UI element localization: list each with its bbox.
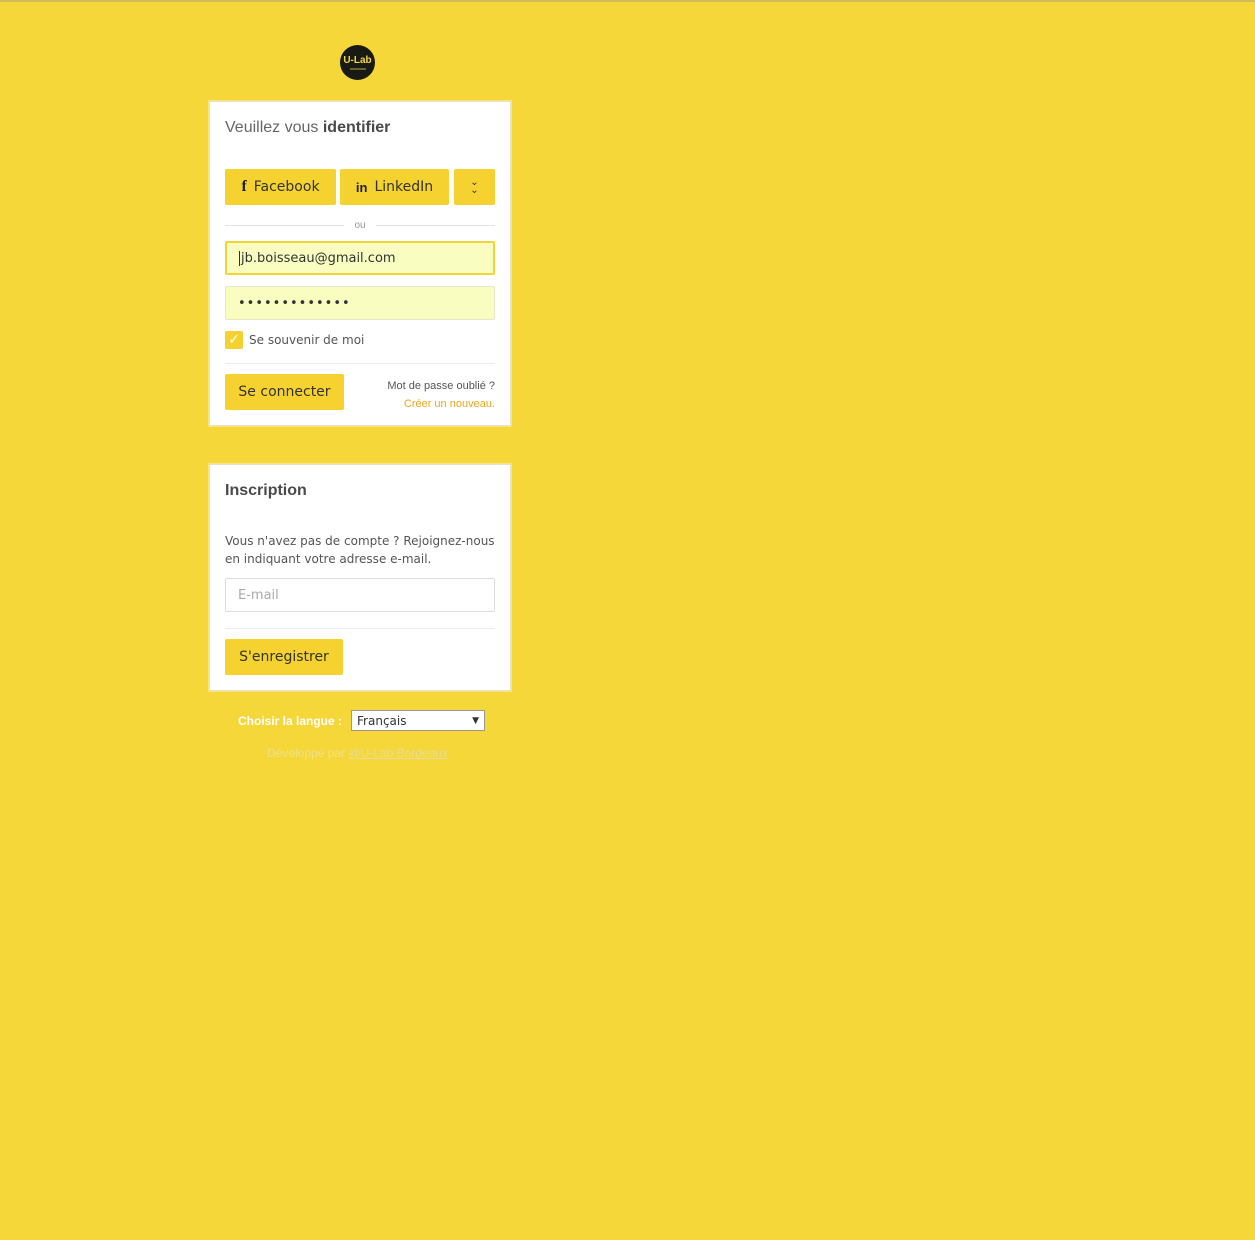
remember-me[interactable]: ✓ Se souvenir de moi — [225, 331, 364, 349]
login-button[interactable]: Se connecter — [225, 374, 344, 410]
language-selected: Français — [357, 713, 407, 728]
check-icon: ✓ — [228, 332, 240, 348]
footer-prefix: Développé par — [267, 746, 349, 760]
or-divider: ou — [225, 218, 495, 232]
signup-title: Inscription — [225, 482, 307, 499]
login-title-prefix: Veuillez vous — [225, 119, 323, 136]
facebook-login-button[interactable]: f Facebook — [225, 169, 336, 205]
email-field[interactable]: jb.boisseau@gmail.com — [225, 241, 495, 275]
login-separator — [225, 363, 495, 364]
reset-password-link[interactable]: Créer un nouveau. — [387, 395, 495, 413]
facebook-label: Facebook — [253, 179, 320, 195]
email-value: jb.boisseau@gmail.com — [241, 250, 396, 266]
signup-card: Inscription Vous n'avez pas de compte ? … — [209, 464, 511, 691]
signup-description: Vous n'avez pas de compte ? Rejoignez-no… — [225, 534, 495, 566]
ulab-bordeaux-link[interactable]: @U-Lab Bordeaux — [348, 746, 448, 760]
linkedin-label: LinkedIn — [374, 179, 434, 195]
forgot-password: Mot de passe oublié ? Créer un nouveau. — [387, 377, 495, 413]
logo-decoration — [349, 67, 366, 70]
linkedin-login-button[interactable]: in LinkedIn — [340, 169, 449, 205]
language-selector: Choisir la langue : Français ▼ — [238, 710, 486, 731]
divider-line-right — [375, 224, 495, 226]
signup-email-field[interactable]: E-mail — [225, 578, 495, 612]
login-title-bold: identifier — [322, 119, 391, 136]
language-select[interactable]: Français ▼ — [351, 710, 486, 731]
language-label: Choisir la langue : — [238, 713, 343, 728]
linkedin-icon: in — [355, 179, 368, 195]
password-value: ••••••••••••• — [238, 295, 351, 311]
ulab-logo: U-Lab — [340, 45, 375, 80]
remember-label: Se souvenir de moi — [249, 333, 365, 347]
signup-separator — [225, 628, 495, 629]
logo-text: U-Lab — [343, 54, 372, 66]
password-field[interactable]: ••••••••••••• — [225, 286, 495, 320]
signup-email-placeholder: E-mail — [238, 587, 279, 603]
login-title: Veuillez vous identifier — [225, 119, 390, 137]
divider-line-left — [225, 224, 345, 226]
or-label: ou — [354, 219, 366, 231]
facebook-icon: f — [241, 178, 247, 195]
text-caret — [239, 250, 240, 266]
more-providers-button[interactable]: ⌄ ⌄ — [454, 169, 495, 205]
remember-checkbox[interactable]: ✓ — [225, 331, 243, 349]
dropdown-arrow-icon: ▼ — [472, 715, 480, 726]
top-border — [0, 0, 1255, 2]
login-card: Veuillez vous identifier f Facebook in L… — [209, 101, 511, 426]
register-button[interactable]: S'enregistrer — [225, 639, 343, 675]
forgot-question: Mot de passe oublié ? — [387, 380, 495, 392]
double-chevron-down-icon: ⌄ ⌄ — [470, 177, 479, 196]
footer-credit: Développé par @U-Lab Bordeaux — [267, 746, 448, 760]
